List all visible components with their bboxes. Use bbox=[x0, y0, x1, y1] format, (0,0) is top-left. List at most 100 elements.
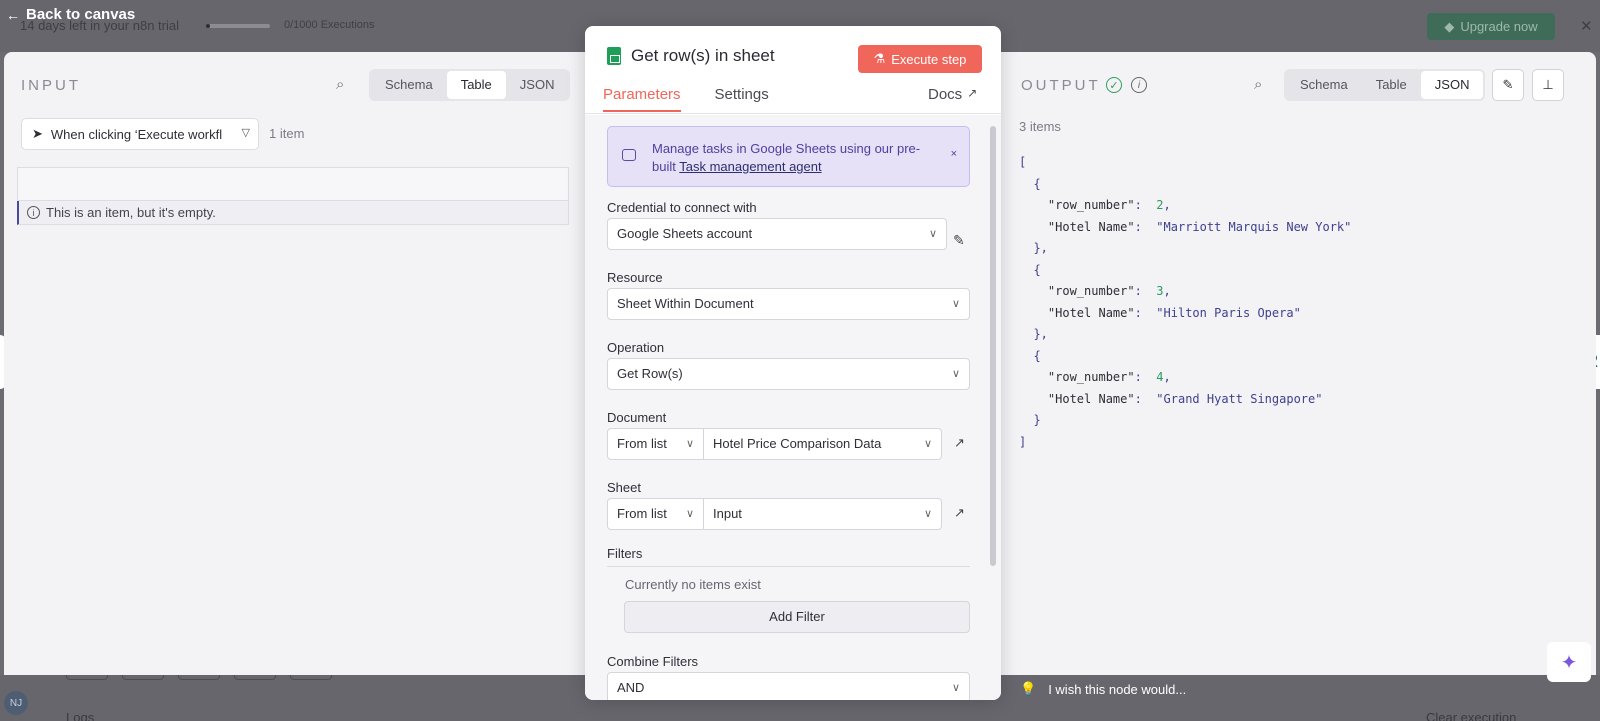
combine-value: AND bbox=[617, 680, 645, 695]
tab-parameters[interactable]: Parameters bbox=[603, 86, 681, 112]
credential-select[interactable]: Google Sheets account ∨ bbox=[607, 218, 947, 250]
output-view-tabs: Schema Table JSON bbox=[1284, 69, 1486, 101]
executions-progress bbox=[206, 24, 270, 28]
sheet-value: Input bbox=[713, 506, 742, 521]
empty-item-message: This is an item, but it's empty. bbox=[46, 205, 216, 220]
resource-value: Sheet Within Document bbox=[617, 296, 754, 311]
search-icon[interactable]: ⌕ bbox=[336, 76, 344, 93]
gem-icon: ◆ bbox=[1444, 18, 1455, 34]
search-icon[interactable]: ⌕ bbox=[1254, 76, 1262, 93]
combine-filters-label: Combine Filters bbox=[607, 654, 699, 669]
template-banner: Manage tasks in Google Sheets using our … bbox=[607, 126, 970, 187]
google-sheets-icon bbox=[607, 47, 621, 65]
json-value: 3 bbox=[1156, 284, 1164, 298]
external-link-icon: ↗ bbox=[967, 86, 978, 100]
filters-label: Filters bbox=[607, 546, 643, 561]
json-key: "row_number" bbox=[1047, 198, 1135, 212]
chevron-down-icon: ∨ bbox=[928, 228, 937, 240]
sheet-mode-value: From list bbox=[617, 506, 667, 521]
info-icon: i bbox=[27, 206, 40, 219]
execute-step-button[interactable]: ⚗ Execute step bbox=[858, 45, 982, 73]
chevron-down-icon: ∨ bbox=[951, 298, 960, 310]
node-title[interactable]: Get row(s) in sheet bbox=[631, 46, 775, 66]
clear-execution-button[interactable]: Clear execution bbox=[1426, 710, 1516, 721]
json-key: "Hotel Name" bbox=[1047, 391, 1135, 406]
feedback-link[interactable]: 💡 I wish this node would... bbox=[1020, 681, 1186, 697]
check-circle-icon: ✓ bbox=[1106, 77, 1122, 93]
tab-json[interactable]: JSON bbox=[1420, 71, 1484, 99]
docs-link[interactable]: Docs ↗ bbox=[928, 86, 977, 103]
tab-json[interactable]: JSON bbox=[506, 71, 569, 99]
json-value: "Marriott Marquis New York" bbox=[1156, 219, 1352, 234]
external-link-icon[interactable]: ↗ bbox=[954, 505, 965, 521]
operation-label: Operation bbox=[607, 340, 665, 355]
tab-table[interactable]: Table bbox=[1362, 71, 1421, 99]
document-mode-value: From list bbox=[617, 436, 667, 451]
docs-label: Docs bbox=[928, 86, 963, 103]
modal-header: Get row(s) in sheet ⚗ Execute step Param… bbox=[585, 26, 1001, 114]
tab-table[interactable]: Table bbox=[446, 71, 506, 99]
close-icon[interactable]: ✕ bbox=[1580, 17, 1593, 35]
tab-schema[interactable]: Schema bbox=[371, 71, 447, 99]
chevron-down-icon: ▽ bbox=[241, 127, 250, 139]
divider bbox=[607, 566, 970, 567]
avatar[interactable]: NJ bbox=[4, 691, 28, 715]
document-label: Document bbox=[607, 410, 667, 425]
credential-label: Credential to connect with bbox=[607, 200, 757, 215]
add-filter-button[interactable]: Add Filter bbox=[624, 601, 970, 633]
output-item-count: 3 items bbox=[1019, 119, 1061, 134]
info-icon[interactable]: i bbox=[1131, 77, 1147, 93]
input-item-count: 1 item bbox=[269, 126, 305, 141]
filters-empty-text: Currently no items exist bbox=[625, 577, 761, 592]
pin-icon: ⊥ bbox=[1542, 77, 1554, 92]
input-node-select[interactable]: ➤ When clicking ‘Execute workfl ▽ bbox=[21, 118, 259, 150]
json-key: "Hotel Name" bbox=[1047, 219, 1135, 234]
sheet-label: Sheet bbox=[607, 480, 641, 495]
tab-schema[interactable]: Schema bbox=[1286, 71, 1362, 99]
ai-assistant-button[interactable]: ✦ bbox=[1547, 642, 1591, 682]
input-node-label: When clicking ‘Execute workfl bbox=[50, 126, 223, 142]
task-agent-link[interactable]: Task management agent bbox=[679, 159, 821, 174]
upgrade-button[interactable]: ◆ Upgrade now bbox=[1427, 13, 1555, 40]
chevron-down-icon: ∨ bbox=[923, 508, 932, 520]
node-parameters-modal: Get row(s) in sheet ⚗ Execute step Param… bbox=[585, 26, 1001, 700]
json-key: "Hotel Name" bbox=[1047, 305, 1135, 320]
json-output: [ { "row_number": 2, "Hotel Name": "Marr… bbox=[1019, 155, 1352, 449]
output-title: OUTPUT bbox=[1021, 77, 1101, 94]
document-select[interactable]: Hotel Price Comparison Data ∨ bbox=[704, 428, 942, 460]
document-mode-select[interactable]: From list ∨ bbox=[607, 428, 704, 460]
sparkle-icon: ✦ bbox=[1560, 651, 1578, 674]
external-link-icon[interactable]: ↗ bbox=[954, 435, 965, 451]
operation-select[interactable]: Get Row(s) ∨ bbox=[607, 358, 970, 390]
chevron-down-icon: ∨ bbox=[685, 438, 694, 450]
robot-icon bbox=[622, 149, 636, 161]
resource-select[interactable]: Sheet Within Document ∨ bbox=[607, 288, 970, 320]
credential-value: Google Sheets account bbox=[617, 226, 753, 241]
combine-filters-select[interactable]: AND ∨ bbox=[607, 672, 970, 700]
json-value: 4 bbox=[1156, 370, 1164, 384]
sheet-mode-select[interactable]: From list ∨ bbox=[607, 498, 704, 530]
sheet-select[interactable]: Input ∨ bbox=[704, 498, 942, 530]
flask-icon: ⚗ bbox=[873, 51, 886, 66]
logs-label[interactable]: Logs bbox=[66, 710, 94, 721]
json-value: 2 bbox=[1156, 198, 1164, 212]
back-to-canvas-link[interactable]: ← Back to canvas bbox=[6, 6, 135, 23]
input-view-tabs: Schema Table JSON bbox=[369, 69, 571, 101]
pencil-icon: ✎ bbox=[1502, 77, 1514, 92]
tab-settings[interactable]: Settings bbox=[715, 86, 769, 112]
json-key: "row_number" bbox=[1047, 370, 1135, 384]
json-value: "Grand Hyatt Singapore" bbox=[1156, 391, 1323, 406]
upgrade-label: Upgrade now bbox=[1460, 19, 1538, 34]
document-value: Hotel Price Comparison Data bbox=[713, 436, 882, 451]
close-icon[interactable]: × bbox=[951, 148, 957, 160]
table-row: i This is an item, but it's empty. bbox=[17, 201, 569, 225]
operation-value: Get Row(s) bbox=[617, 366, 683, 381]
input-title: INPUT bbox=[21, 77, 81, 94]
resource-label: Resource bbox=[607, 270, 663, 285]
arrow-left-icon: ← bbox=[6, 6, 20, 23]
edit-output-button[interactable]: ✎ bbox=[1492, 69, 1524, 101]
pin-data-button[interactable]: ⊥ bbox=[1532, 69, 1564, 101]
pencil-icon[interactable]: ✎ bbox=[953, 232, 965, 249]
feedback-label: I wish this node would... bbox=[1048, 681, 1187, 697]
scrollbar[interactable] bbox=[990, 126, 996, 566]
